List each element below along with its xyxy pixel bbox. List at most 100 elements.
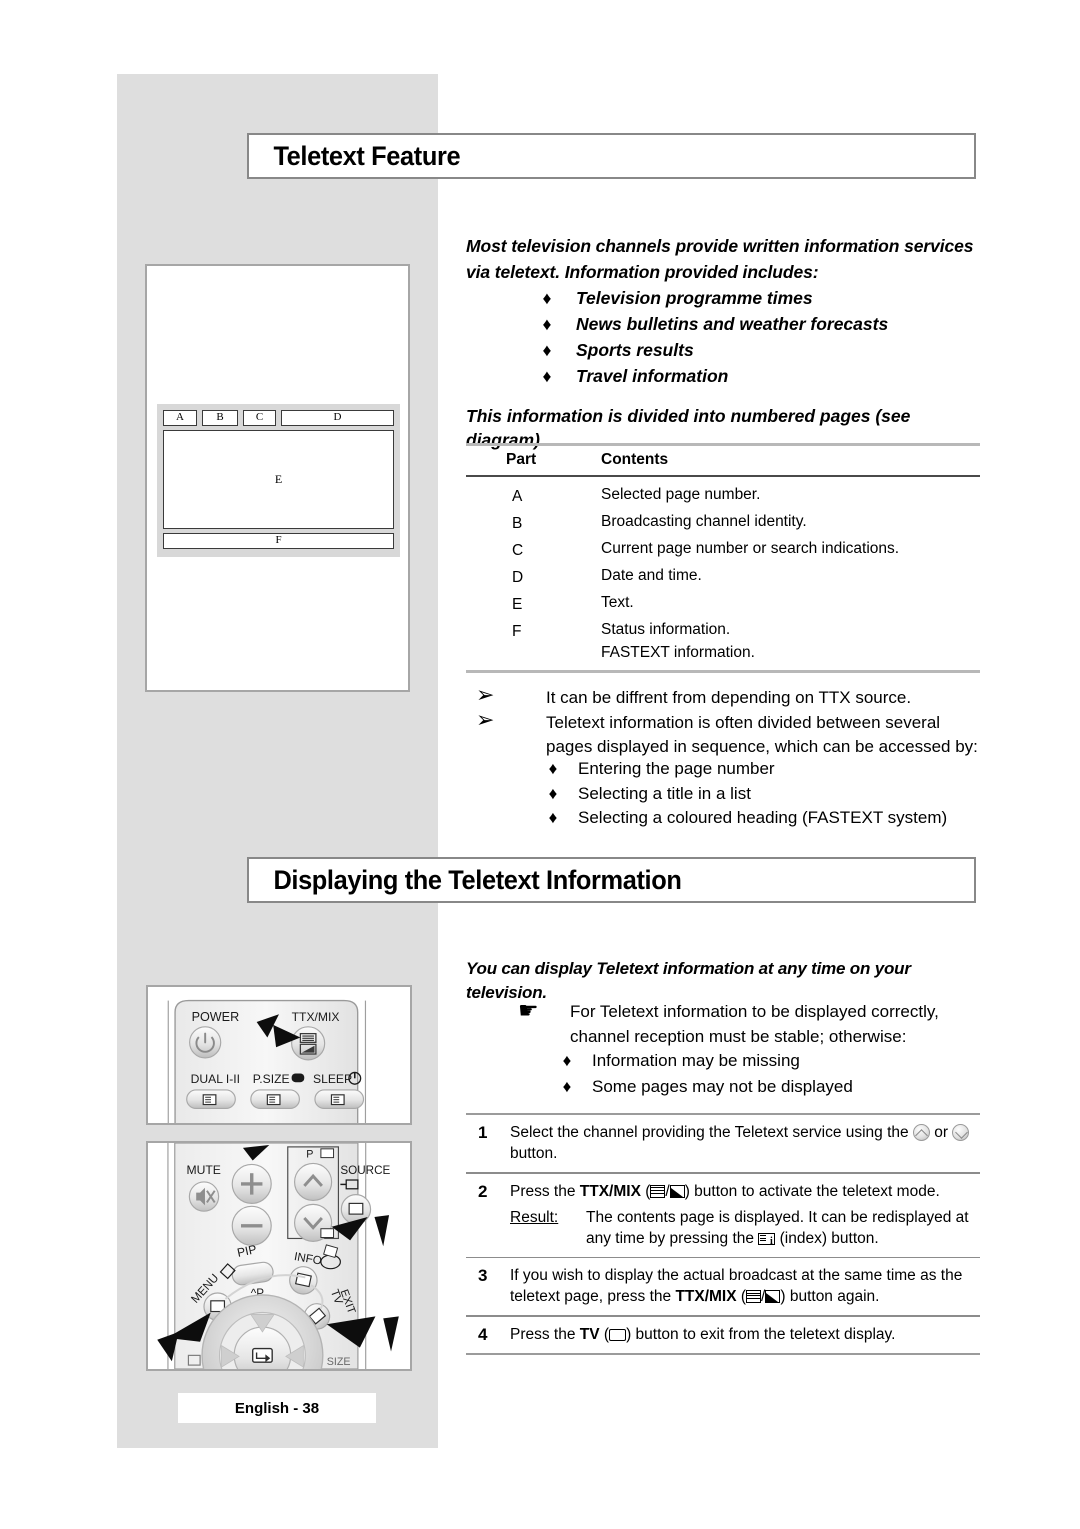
- mix-icon: [765, 1290, 781, 1304]
- list-item: ♦ News bulletins and weather forecasts: [540, 311, 980, 337]
- tv-screen-illustration: A B C D E F: [157, 404, 400, 557]
- page-footer-label: English - 38: [178, 1393, 376, 1423]
- step-text-after: button again.: [785, 1288, 880, 1306]
- list-item-label: Selecting a coloured heading (FASTEXT sy…: [578, 808, 948, 827]
- cell-contents-line: Broadcasting channel identity.: [601, 513, 807, 530]
- list-item-label: Information may be missing: [592, 1051, 800, 1070]
- screen-top-row: A B C D: [163, 410, 394, 426]
- feature-notes: ➢ It can be diffrent from depending on T…: [466, 683, 986, 759]
- cell-contents: Broadcasting channel identity.: [601, 510, 807, 537]
- feature-intro-text: Most television channels provide written…: [466, 236, 974, 282]
- cell-part: A: [512, 488, 523, 505]
- diamond-bullet-icon: ♦: [542, 366, 552, 386]
- table-row: A Selected page number.: [466, 483, 980, 510]
- svg-text:SIZE: SIZE: [327, 1356, 351, 1368]
- displaying-hand-note: ☛ For Teletext information to be display…: [516, 998, 986, 1049]
- cell-contents-line: Text.: [601, 594, 634, 611]
- step-text: Press the TTX/MIX (/) button to activate…: [510, 1181, 980, 1252]
- arrow-bullet-icon: ➢: [476, 708, 495, 733]
- displaying-intro-text: You can display Teletext information at …: [466, 959, 911, 1002]
- teletext-page-diagram: A B C D E F: [145, 264, 410, 692]
- svg-text:P: P: [306, 1149, 313, 1161]
- step-text: Press the TV () button to exit from the …: [510, 1325, 896, 1343]
- remote-top-illustration: POWER TTX/MIX DUAL I-II P.SIZE SLEEP: [167, 999, 367, 1126]
- diamond-bullet-icon: ♦: [542, 340, 552, 360]
- tv-icon: [609, 1328, 627, 1341]
- step-result-row: Result: The contents page is displayed. …: [510, 1207, 980, 1252]
- table-row: C Current page number or search indicati…: [466, 537, 980, 564]
- screen-part-f: F: [163, 533, 394, 549]
- note-text: Teletext information is often divided be…: [546, 713, 978, 756]
- list-item-label: News bulletins and weather forecasts: [576, 314, 889, 334]
- result-label: Result:: [510, 1208, 559, 1226]
- svg-text:SOURCE: SOURCE: [340, 1164, 390, 1177]
- result-text-after: (index) button.: [775, 1229, 879, 1247]
- step-number: 1: [478, 1123, 488, 1142]
- list-item-label: Sports results: [576, 340, 694, 360]
- step-text-before: If you wish to display the actual broadc…: [510, 1267, 963, 1306]
- hand-note-text: For Teletext information to be displayed…: [570, 1002, 939, 1046]
- pointing-hand-icon: ☛: [518, 998, 539, 1024]
- channel-down-icon: [952, 1124, 970, 1141]
- note-text: It can be diffrent from depending on TTX…: [546, 688, 912, 707]
- step-row: 1 Select the channel providing the Telet…: [466, 1115, 980, 1172]
- step-text-mid: or: [929, 1124, 953, 1141]
- cell-part: E: [512, 596, 523, 613]
- manual-page: Teletext Feature A B C D E F Most televi…: [0, 0, 1080, 1529]
- remote-control-bottom-figure: MUTE P SOURCE PIP INFO MENU EXIT TV ^P S…: [146, 1141, 412, 1371]
- section-heading-teletext-feature: Teletext Feature: [247, 133, 976, 179]
- list-item: ♦ Travel information: [540, 363, 980, 389]
- section-title: Displaying the Teletext Information: [273, 864, 682, 895]
- cell-contents-line: Date and time.: [601, 567, 702, 584]
- step-row: 3 If you wish to display the actual broa…: [466, 1258, 980, 1315]
- cell-contents-line: Current page number or search indication…: [601, 540, 900, 557]
- teletext-icon: [650, 1184, 666, 1198]
- column-header-part: Part: [506, 451, 537, 468]
- index-icon: [758, 1231, 776, 1252]
- step-text-bold: TV: [579, 1325, 600, 1343]
- svg-text:POWER: POWER: [192, 1010, 240, 1024]
- diamond-bullet-icon: ♦: [542, 288, 552, 308]
- remote-bottom-illustration: MUTE P SOURCE PIP INFO MENU EXIT TV ^P S…: [157, 1143, 399, 1369]
- screen-part-a: A: [163, 410, 197, 426]
- numbered-steps-table: 1 Select the channel providing the Telet…: [466, 1113, 980, 1355]
- feature-note-bullet-list: ♦ Entering the page number ♦ Selecting a…: [546, 757, 986, 831]
- step-text-before: Press the: [510, 1182, 580, 1200]
- step-row: 2 Press the TTX/MIX (/) button to activa…: [466, 1174, 980, 1257]
- section-heading-displaying-information: Displaying the Teletext Information: [247, 857, 976, 903]
- arrow-bullet-icon: ➢: [476, 683, 495, 708]
- mix-icon: [669, 1184, 685, 1198]
- diamond-bullet-icon: ♦: [562, 1051, 572, 1070]
- cell-contents-line: FASTEXT information.: [601, 644, 755, 661]
- svg-text:DUAL I-II: DUAL I-II: [191, 1072, 240, 1086]
- note-item: ➢ Teletext information is often divided …: [466, 708, 986, 759]
- teletext-icon: [746, 1290, 762, 1304]
- cell-part: B: [512, 515, 523, 532]
- step-row: 4 Press the TV () button to exit from th…: [466, 1317, 980, 1353]
- table-header-row: Part Contents: [466, 446, 980, 475]
- list-item-label: Television programme times: [576, 288, 813, 308]
- cell-part: D: [512, 569, 524, 586]
- cell-contents: Date and time.: [601, 564, 702, 591]
- list-item: ♦ Entering the page number: [546, 757, 986, 782]
- list-item-label: Travel information: [576, 366, 729, 386]
- cell-contents: Current page number or search indication…: [601, 537, 899, 564]
- screen-part-d: D: [281, 410, 394, 426]
- list-item: ♦ Sports results: [540, 337, 980, 363]
- cell-part: F: [512, 623, 522, 640]
- svg-text:P.SIZE: P.SIZE: [253, 1072, 290, 1086]
- diamond-bullet-icon: ♦: [562, 1077, 572, 1096]
- step-text-bold: TTX/MIX: [675, 1288, 737, 1306]
- diamond-bullet-icon: ♦: [548, 783, 558, 803]
- list-item-label: Some pages may not be displayed: [592, 1077, 853, 1096]
- step-text-after: button.: [510, 1145, 558, 1162]
- step-text-after: button to activate the teletext mode.: [689, 1182, 940, 1200]
- table-row: E Text.: [466, 591, 980, 618]
- diamond-bullet-icon: ♦: [548, 759, 558, 778]
- cell-contents: Selected page number.: [601, 483, 760, 510]
- column-header-contents: Contents: [601, 451, 669, 468]
- table-row: B Broadcasting channel identity.: [466, 510, 980, 537]
- list-item-label: Selecting a title in a list: [578, 783, 751, 803]
- feature-bullet-list: ♦ Television programme times ♦ News bull…: [540, 285, 980, 389]
- step-text: Select the channel providing the Teletex…: [510, 1122, 980, 1164]
